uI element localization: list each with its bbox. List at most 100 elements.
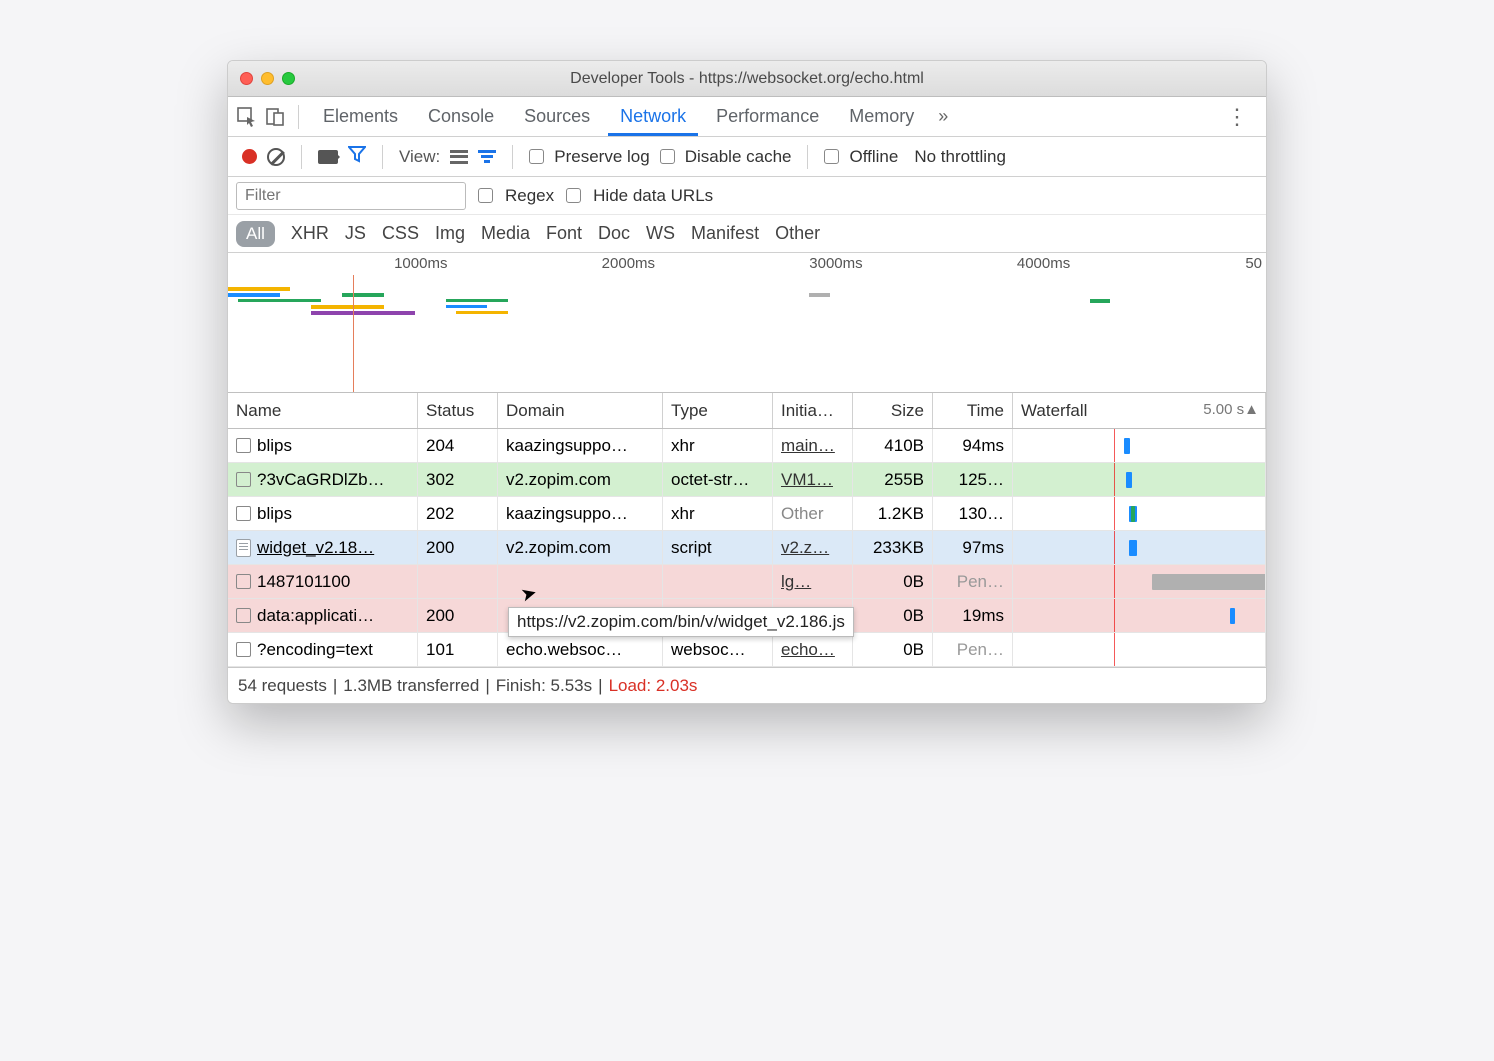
url-tooltip: https://v2.zopim.com/bin/v/widget_v2.186… <box>508 607 854 637</box>
file-icon <box>236 574 251 589</box>
status-bar: 54 requests | 1.3MB transferred | Finish… <box>228 667 1266 703</box>
tick-label: 2000ms <box>602 255 655 272</box>
preserve-log-checkbox[interactable] <box>529 149 544 164</box>
col-header-time[interactable]: Time <box>933 393 1013 428</box>
type-font[interactable]: Font <box>546 223 582 244</box>
filter-input[interactable] <box>236 182 466 210</box>
separator <box>382 145 383 169</box>
hide-data-urls-checkbox[interactable] <box>566 188 581 203</box>
tab-performance[interactable]: Performance <box>704 98 831 135</box>
table-row[interactable]: ?encoding=text101echo.websoc…websoc…echo… <box>228 633 1266 667</box>
view-waterfall-icon[interactable] <box>478 150 496 164</box>
type-all[interactable]: All <box>236 221 275 247</box>
request-domain: v2.zopim.com <box>498 463 663 496</box>
tab-network[interactable]: Network <box>608 98 698 136</box>
waterfall-bar <box>1126 472 1132 488</box>
col-header-size[interactable]: Size <box>853 393 933 428</box>
footer-load: Load: 2.03s <box>609 676 698 696</box>
file-icon <box>236 642 251 657</box>
filter-toggle-icon[interactable] <box>348 145 366 168</box>
clear-button[interactable] <box>267 148 285 166</box>
waterfall-cell <box>1013 429 1266 462</box>
tab-elements[interactable]: Elements <box>311 98 410 135</box>
type-media[interactable]: Media <box>481 223 530 244</box>
device-toggle-icon[interactable] <box>264 106 286 128</box>
zoom-window-icon[interactable] <box>282 72 295 85</box>
request-time: 97ms <box>933 531 1013 564</box>
request-type: xhr <box>663 497 773 530</box>
titlebar: Developer Tools - https://websocket.org/… <box>228 61 1266 97</box>
table-row[interactable]: blips202kaazingsuppo…xhrOther1.2KB130… <box>228 497 1266 531</box>
col-header-type[interactable]: Type <box>663 393 773 428</box>
regex-checkbox[interactable] <box>478 188 493 203</box>
request-domain: v2.zopim.com <box>498 531 663 564</box>
type-doc[interactable]: Doc <box>598 223 630 244</box>
tab-sources[interactable]: Sources <box>512 98 602 135</box>
footer-finish: Finish: 5.53s <box>496 676 592 696</box>
load-event-line <box>1114 429 1116 462</box>
request-type: websoc… <box>663 633 773 666</box>
request-status <box>418 565 498 598</box>
type-xhr[interactable]: XHR <box>291 223 329 244</box>
request-initiator: v2.z… <box>773 531 853 564</box>
overview-playhead[interactable] <box>353 275 354 392</box>
offline-checkbox[interactable] <box>824 149 839 164</box>
more-tabs-icon[interactable]: » <box>932 106 954 127</box>
table-row[interactable]: blips204kaazingsuppo…xhrmain…410B94ms <box>228 429 1266 463</box>
inspect-element-icon[interactable] <box>236 106 258 128</box>
throttling-select[interactable]: No throttling <box>914 147 1006 167</box>
request-name: widget_v2.18… <box>257 538 374 558</box>
type-other[interactable]: Other <box>775 223 820 244</box>
waterfall-cell <box>1013 531 1266 564</box>
request-status: 202 <box>418 497 498 530</box>
request-size: 0B <box>853 599 933 632</box>
overview-timeline[interactable]: 1000ms 2000ms 3000ms 4000ms 50 <box>228 253 1266 393</box>
tab-console[interactable]: Console <box>416 98 506 135</box>
close-window-icon[interactable] <box>240 72 253 85</box>
type-manifest[interactable]: Manifest <box>691 223 759 244</box>
col-header-status[interactable]: Status <box>418 393 498 428</box>
col-header-initiator[interactable]: Initia… <box>773 393 853 428</box>
hide-data-urls-label: Hide data URLs <box>593 186 713 206</box>
type-css[interactable]: CSS <box>382 223 419 244</box>
request-status: 200 <box>418 599 498 632</box>
type-ws[interactable]: WS <box>646 223 675 244</box>
file-icon <box>236 438 251 453</box>
disable-cache-checkbox[interactable] <box>660 149 675 164</box>
view-large-icon[interactable] <box>450 150 468 164</box>
minimize-window-icon[interactable] <box>261 72 274 85</box>
waterfall-cell <box>1013 497 1266 530</box>
tab-memory[interactable]: Memory <box>837 98 926 135</box>
request-status: 200 <box>418 531 498 564</box>
type-js[interactable]: JS <box>345 223 366 244</box>
type-img[interactable]: Img <box>435 223 465 244</box>
request-domain: kaazingsuppo… <box>498 497 663 530</box>
col-header-domain[interactable]: Domain <box>498 393 663 428</box>
devtools-window: Developer Tools - https://websocket.org/… <box>227 60 1267 704</box>
tick-label: 3000ms <box>809 255 862 272</box>
record-button[interactable] <box>242 149 257 164</box>
capture-screenshots-icon[interactable] <box>318 150 338 164</box>
request-size: 1.2KB <box>853 497 933 530</box>
request-name: data:applicati… <box>257 606 374 626</box>
request-time: 19ms <box>933 599 1013 632</box>
separator <box>298 105 299 129</box>
waterfall-time-label: 5.00 s▲ <box>1203 401 1259 418</box>
settings-menu-icon[interactable]: ⋮ <box>1216 104 1258 130</box>
tick-label: 4000ms <box>1017 255 1070 272</box>
col-header-name[interactable]: Name <box>228 393 418 428</box>
request-name: blips <box>257 436 292 456</box>
col-header-waterfall[interactable]: Waterfall 5.00 s▲ <box>1013 393 1266 428</box>
separator <box>512 145 513 169</box>
request-initiator: echo… <box>773 633 853 666</box>
table-row[interactable]: widget_v2.18…200v2.zopim.comscriptv2.z…2… <box>228 531 1266 565</box>
table-row[interactable]: 1487101100lg…0BPen… <box>228 565 1266 599</box>
disable-cache-label: Disable cache <box>685 147 792 167</box>
table-row[interactable]: ?3vCaGRDlZb…302v2.zopim.comoctet-str…VM1… <box>228 463 1266 497</box>
request-name: blips <box>257 504 292 524</box>
file-icon <box>236 506 251 521</box>
separator <box>807 145 808 169</box>
col-header-waterfall-label: Waterfall <box>1021 401 1087 421</box>
footer-transferred: 1.3MB transferred <box>343 676 479 696</box>
request-initiator: lg… <box>773 565 853 598</box>
